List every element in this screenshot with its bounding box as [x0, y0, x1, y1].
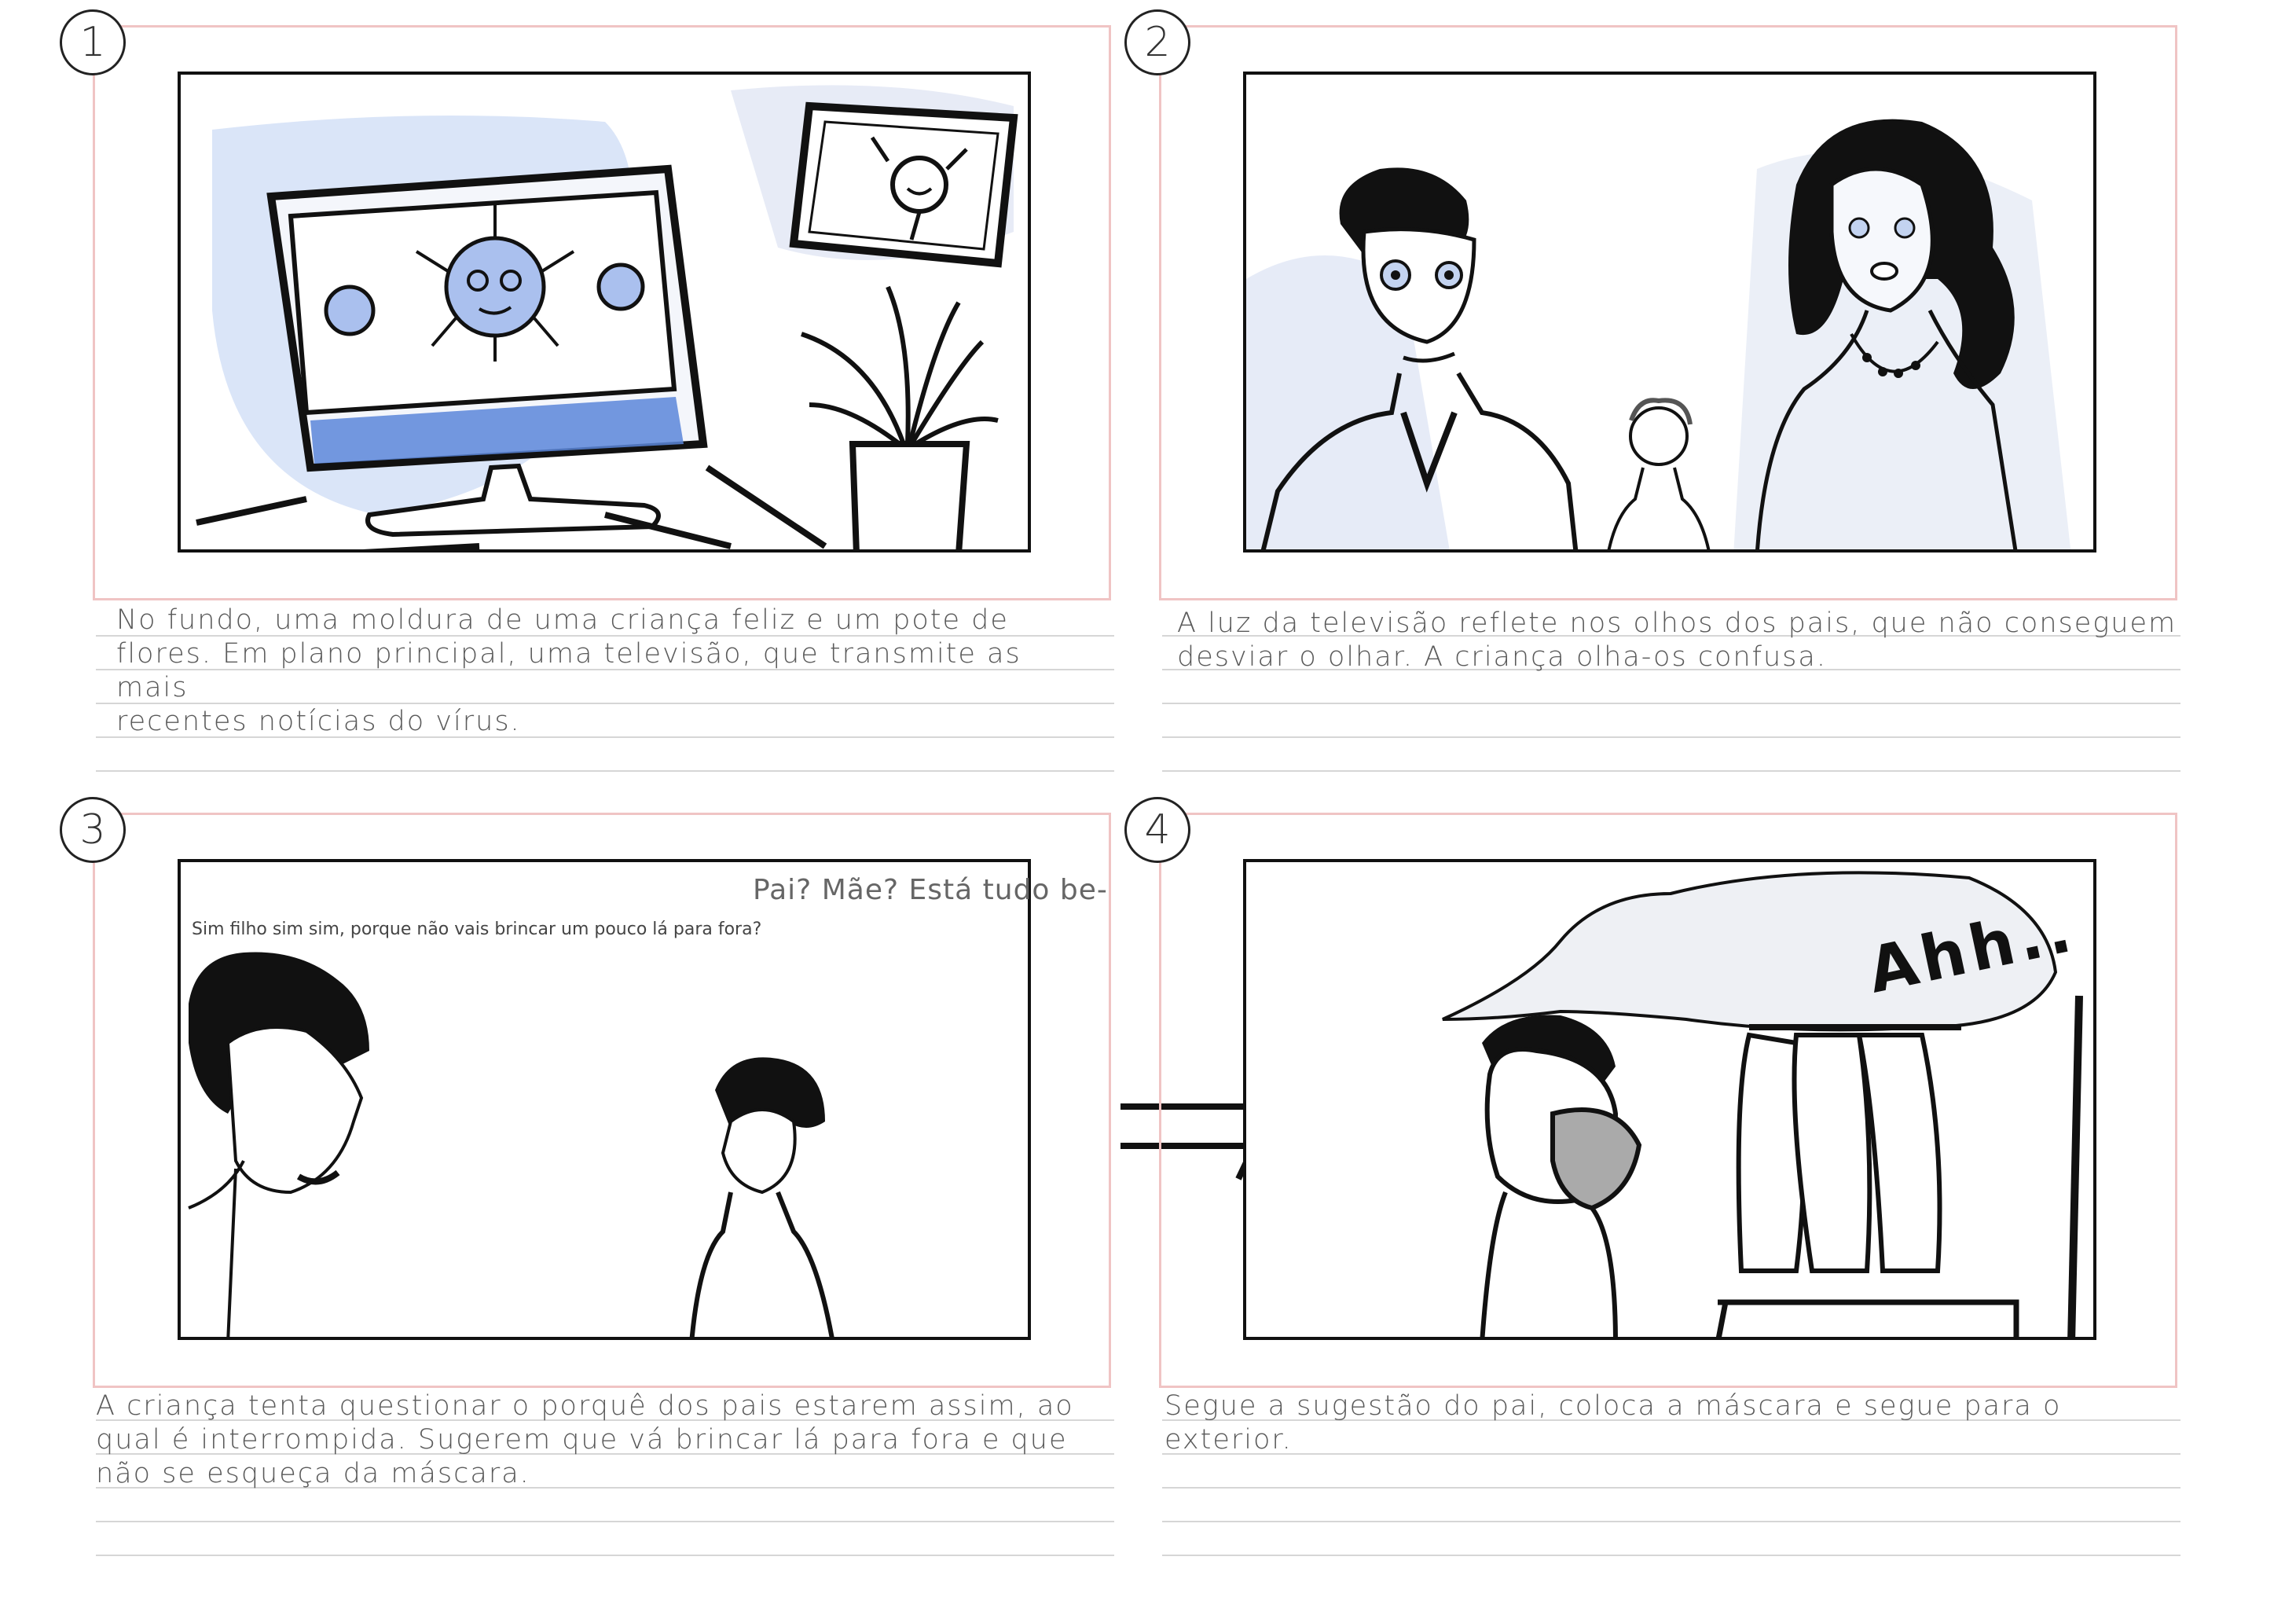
- panel-1-sketch: [178, 72, 1031, 553]
- panel-2-sketch: [1243, 72, 2096, 553]
- panel-1-caption: No fundo, uma moldura de uma criança fel…: [116, 604, 1021, 737]
- panel-4-caption: Segue a sugestão do pai, coloca a máscar…: [1165, 1390, 2062, 1456]
- parent-speech-text: Sim filho sim sim, porque não vais brinc…: [192, 920, 762, 939]
- panel-3-number: 3: [60, 797, 126, 863]
- panel-2-caption: A luz da televisão reflete nos olhos dos…: [1177, 608, 2177, 673]
- panel-4-number: 4: [1124, 797, 1190, 863]
- panel-1-number: 1: [60, 9, 126, 75]
- panel-2-number: 2: [1124, 9, 1190, 75]
- child-speech-text: Pai? Mãe? Está tudo be-: [753, 874, 1108, 906]
- parents-and-child-illustration: [1246, 119, 2071, 549]
- panel-3-caption: A criança tenta questionar o porquê dos …: [96, 1390, 1074, 1489]
- tv-scene-illustration: [196, 85, 1018, 549]
